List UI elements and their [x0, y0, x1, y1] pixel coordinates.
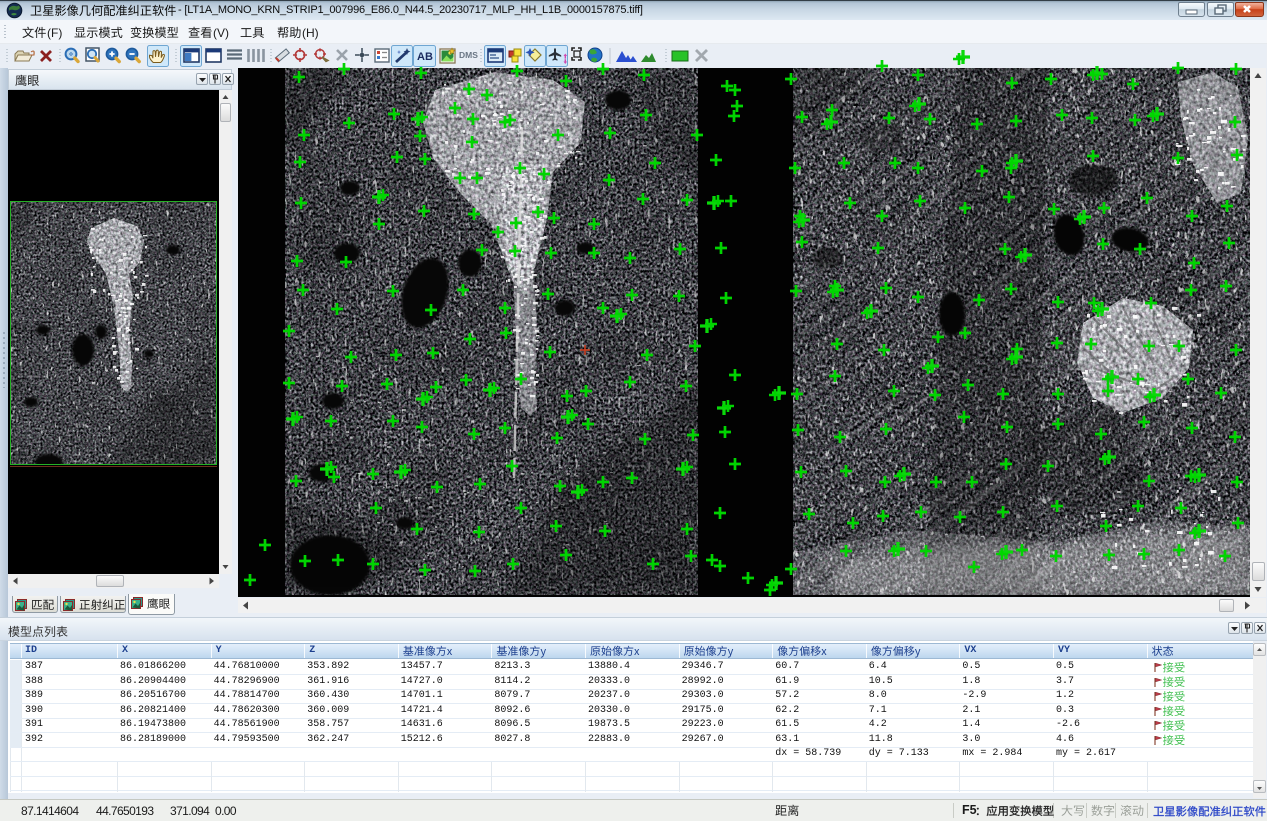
svg-text:AB: AB: [417, 51, 433, 63]
svg-text:DMS: DMS: [459, 50, 478, 60]
